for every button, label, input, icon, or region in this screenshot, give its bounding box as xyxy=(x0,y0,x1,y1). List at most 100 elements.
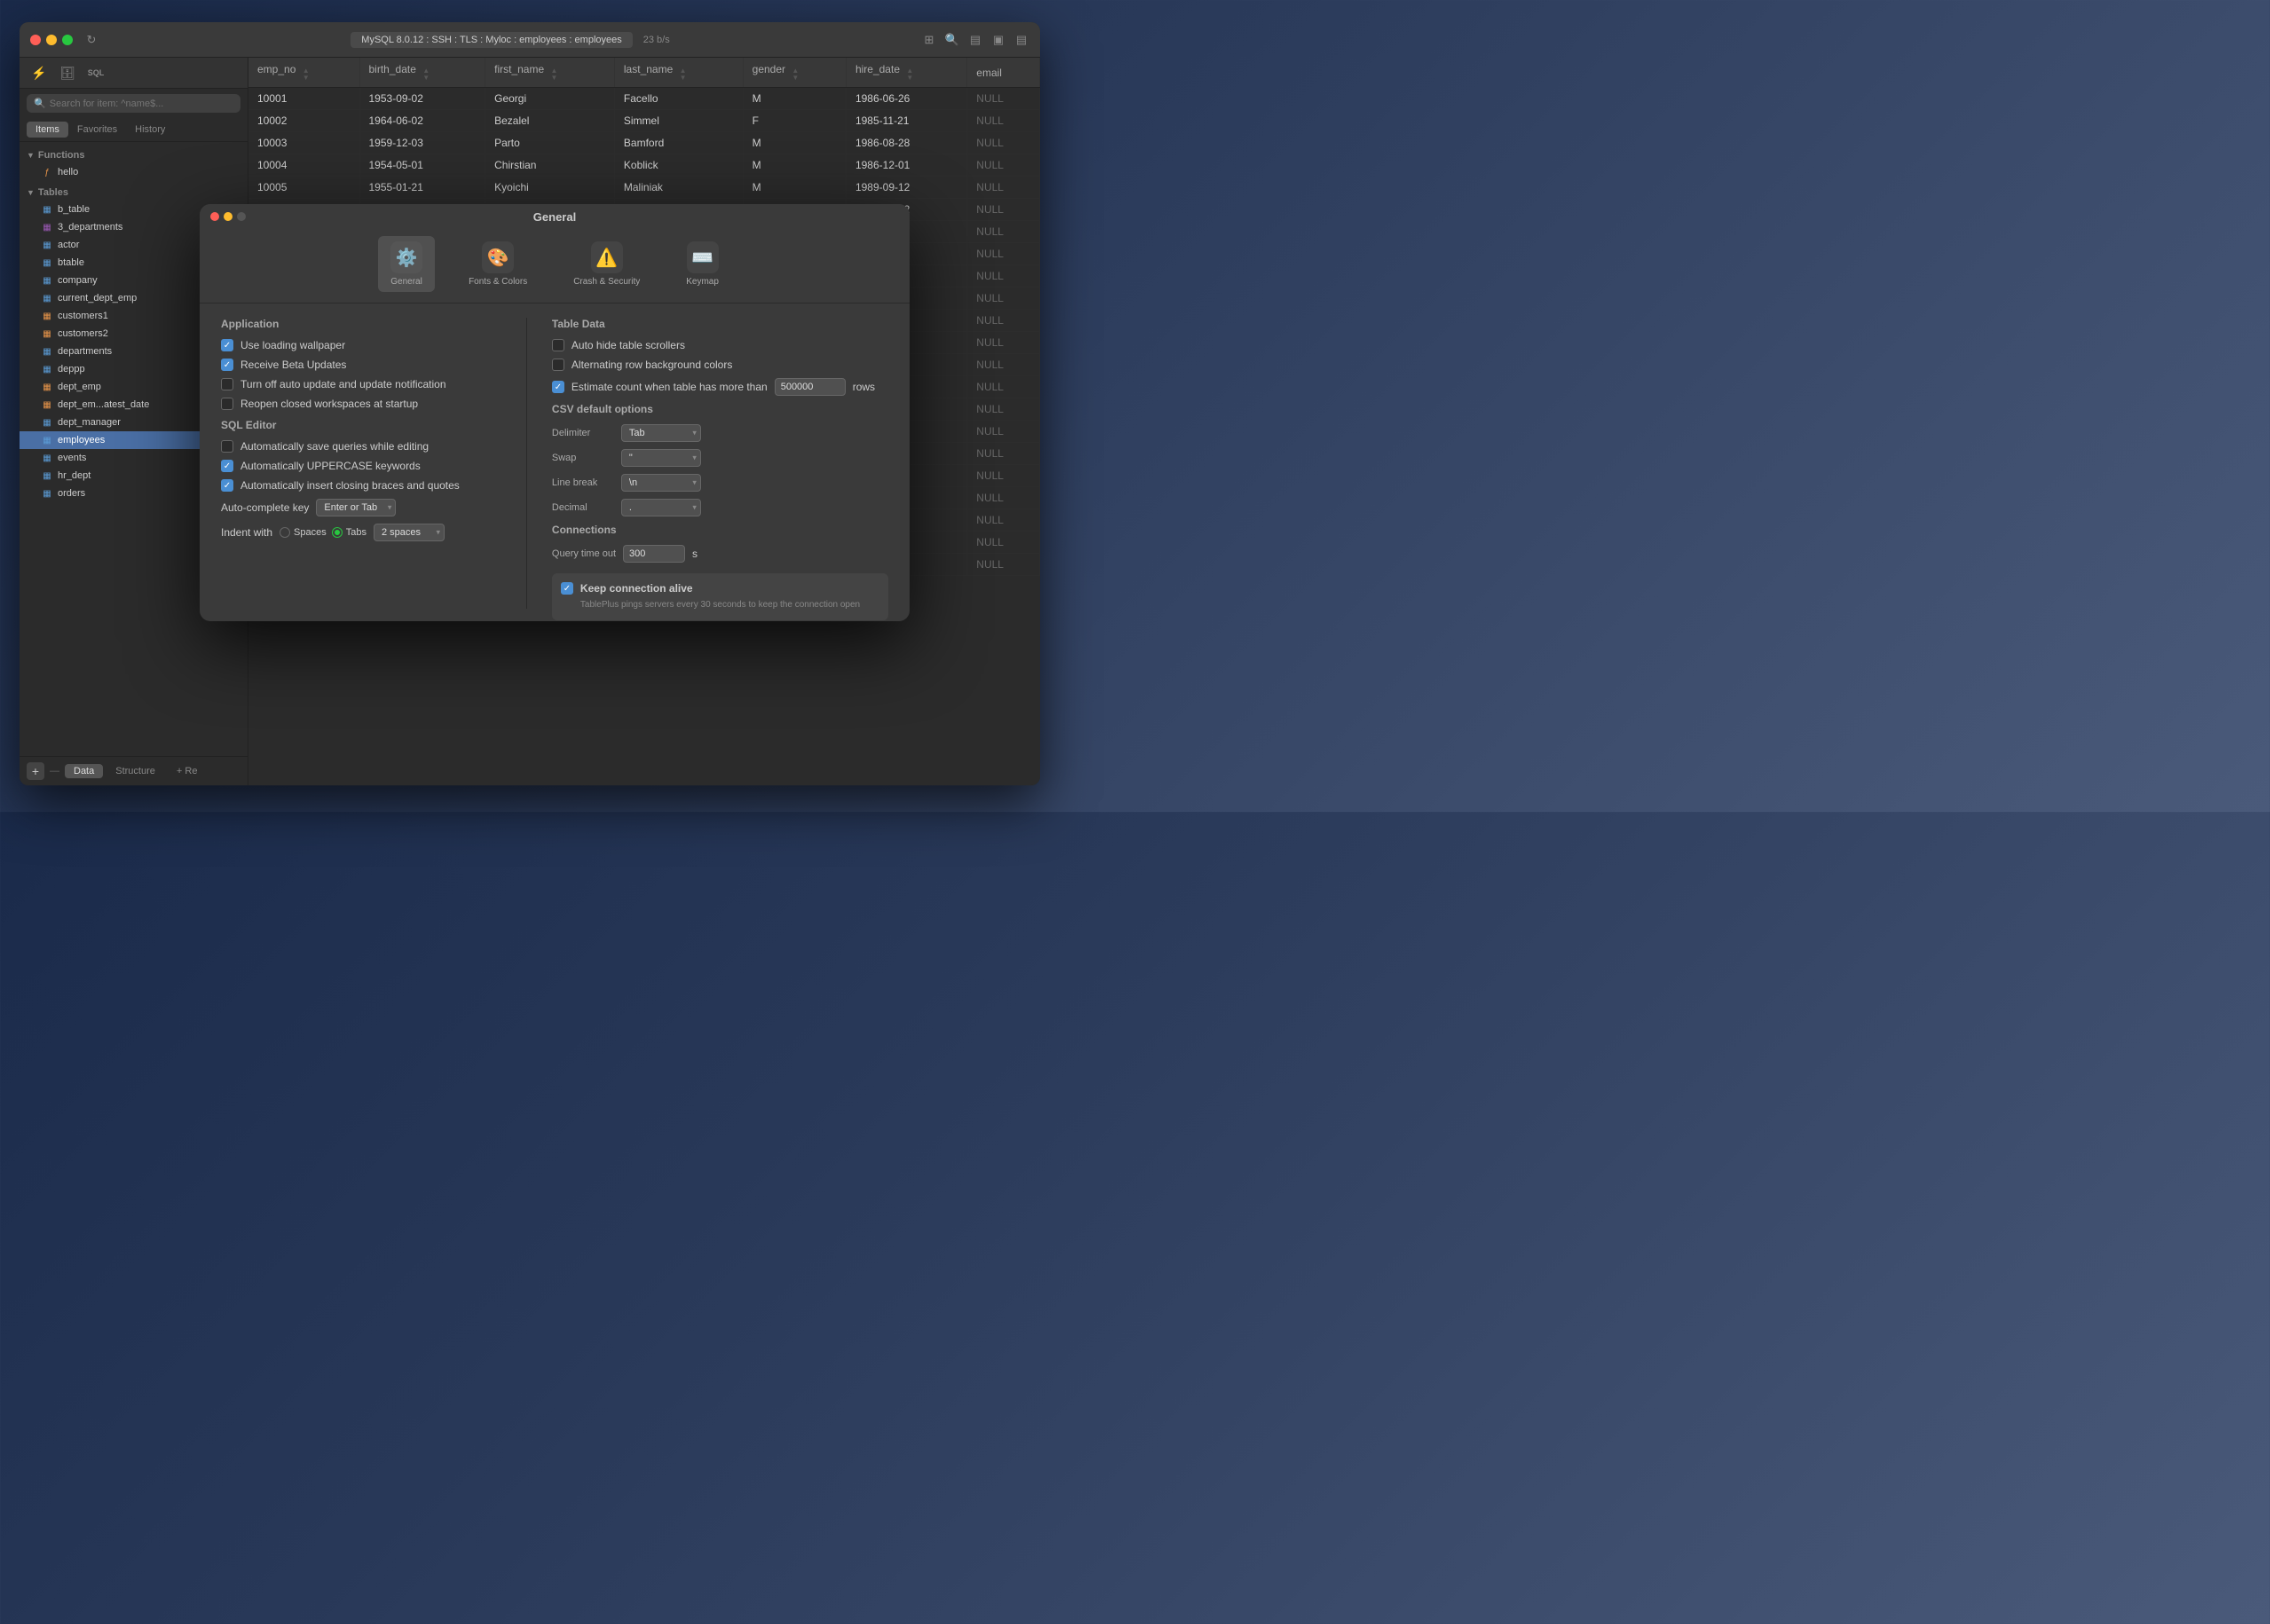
table-cell: 1986-06-26 xyxy=(846,88,966,110)
tables-label: Tables xyxy=(38,187,68,198)
tab-re[interactable]: + Re xyxy=(168,764,207,778)
prefs-minimize[interactable] xyxy=(224,212,233,221)
checkbox-autoupdate[interactable] xyxy=(221,378,233,390)
linebreak-select[interactable]: \n xyxy=(621,474,701,492)
table-cell: Koblick xyxy=(614,154,743,177)
table-label: btable xyxy=(58,257,84,268)
table-icon: ▦ xyxy=(41,239,53,251)
col-first_name[interactable]: first_name ▲▼ xyxy=(485,58,615,88)
prefs-left-col: Application ✓ Use loading wallpaper ✓ Re… xyxy=(221,318,501,609)
table-row[interactable]: 100021964-06-02BezalelSimmelF1985-11-21N… xyxy=(248,110,1040,132)
refresh-icon[interactable]: ↻ xyxy=(83,32,99,48)
table-label: current_dept_emp xyxy=(58,293,137,304)
panel-left-icon[interactable]: ▤ xyxy=(967,32,983,48)
maximize-button[interactable] xyxy=(62,35,73,45)
colors-icon: 🎨 xyxy=(482,241,514,273)
minimize-button[interactable] xyxy=(46,35,57,45)
col-last_name[interactable]: last_name ▲▼ xyxy=(614,58,743,88)
checkbox-keepalive[interactable]: ✓ xyxy=(561,582,573,595)
table-icon: ▦ xyxy=(41,310,53,322)
checkbox-beta[interactable]: ✓ xyxy=(221,359,233,371)
functions-header[interactable]: ▼ Functions xyxy=(20,147,248,163)
linebreak-select-wrapper: \n xyxy=(621,474,701,492)
database-icon[interactable]: 🗄 xyxy=(55,63,80,83)
col-emp_no[interactable]: emp_no ▲▼ xyxy=(248,58,359,88)
prefs-close[interactable] xyxy=(210,212,219,221)
checkbox-alternating[interactable] xyxy=(552,359,564,371)
delimiter-label: Delimiter xyxy=(552,428,614,438)
pref-row-uppercase: ✓ Automatically UPPERCASE keywords xyxy=(221,460,501,472)
indent-size-select[interactable]: 2 spaces xyxy=(374,524,445,541)
radio-tabs[interactable]: Tabs xyxy=(332,527,367,538)
prefs-right-col: Table Data Auto hide table scrollers Alt… xyxy=(552,318,888,609)
panel-center-icon[interactable]: ▣ xyxy=(990,32,1006,48)
tab-structure[interactable]: Structure xyxy=(106,764,164,778)
decimal-select[interactable]: . xyxy=(621,499,701,516)
table-row[interactable]: 100041954-05-01ChirstianKoblickM1986-12-… xyxy=(248,154,1040,177)
table-cell: 1986-12-01 xyxy=(846,154,966,177)
tables-header[interactable]: ▼ Tables xyxy=(20,185,248,201)
table-cell: 1953-09-02 xyxy=(359,88,485,110)
tab-favorites[interactable]: Favorites xyxy=(68,122,126,138)
sql-icon[interactable]: SQL xyxy=(83,63,108,83)
timeout-input[interactable] xyxy=(623,545,685,563)
autocomplete-select[interactable]: Enter or Tab xyxy=(316,499,396,516)
speed-badge: 23 b/s xyxy=(643,35,670,45)
table-row[interactable]: 100011953-09-02GeorgiFacelloM1986-06-26N… xyxy=(248,88,1040,110)
pref-tab-keymap[interactable]: ⌨️ Keymap xyxy=(674,236,731,292)
checkbox-autosave[interactable] xyxy=(221,440,233,453)
table-label: 3_departments xyxy=(58,222,122,233)
table-data-section: Table Data Auto hide table scrollers Alt… xyxy=(552,318,888,396)
title-bar-icons: ⊞ 🔍 ▤ ▣ ▤ xyxy=(921,32,1029,48)
checkbox-autohide[interactable] xyxy=(552,339,564,351)
pref-row-wallpaper: ✓ Use loading wallpaper xyxy=(221,339,501,351)
label-autohide: Auto hide table scrollers xyxy=(571,339,685,351)
col-birth_date[interactable]: birth_date ▲▼ xyxy=(359,58,485,88)
table-row[interactable]: 100031959-12-03PartoBamfordM1986-08-28NU… xyxy=(248,132,1040,154)
radio-spaces[interactable]: Spaces xyxy=(280,527,327,538)
sidebar-item-hello[interactable]: ƒ hello xyxy=(20,163,248,181)
table-row[interactable]: 100051955-01-21KyoichiMaliniakM1989-09-1… xyxy=(248,177,1040,199)
search-icon[interactable]: 🔍 xyxy=(944,32,960,48)
keymap-icon: ⌨️ xyxy=(687,241,719,273)
tab-history[interactable]: History xyxy=(126,122,174,138)
table-icon: ▦ xyxy=(41,274,53,287)
add-button[interactable]: + xyxy=(27,762,44,780)
table-icon: ▦ xyxy=(41,469,53,482)
table-cell: NULL xyxy=(967,243,1040,265)
linebreak-label: Line break xyxy=(552,477,614,488)
tab-items[interactable]: Items xyxy=(27,122,68,138)
pref-tab-general[interactable]: ⚙️ General xyxy=(378,236,435,292)
swap-select[interactable]: " xyxy=(621,449,701,467)
close-button[interactable] xyxy=(30,35,41,45)
title-bar-center: MySQL 8.0.12 : SSH : TLS : Myloc : emplo… xyxy=(99,32,921,48)
panel-right-icon[interactable]: ▤ xyxy=(1013,32,1029,48)
checkbox-estimate[interactable]: ✓ xyxy=(552,381,564,393)
checkbox-braces[interactable]: ✓ xyxy=(221,479,233,492)
table-label: b_table xyxy=(58,204,90,215)
timeout-label: Query time out xyxy=(552,548,616,559)
pref-tab-crash[interactable]: ⚠️ Crash & Security xyxy=(561,236,652,292)
indent-size-wrapper: 2 spaces xyxy=(374,524,445,541)
checkbox-reopen[interactable] xyxy=(221,398,233,410)
delimiter-select[interactable]: Tab xyxy=(621,424,701,442)
checkbox-uppercase[interactable]: ✓ xyxy=(221,460,233,472)
table-cell: NULL xyxy=(967,199,1040,221)
preferences-dialog: General ⚙️ General 🎨 Fonts & Colors ⚠️ C… xyxy=(200,204,910,621)
prefs-zoom[interactable] xyxy=(237,212,246,221)
col-hire_date[interactable]: hire_date ▲▼ xyxy=(846,58,966,88)
apps-icon[interactable]: ⊞ xyxy=(921,32,937,48)
connection-icon[interactable]: ⚡ xyxy=(27,63,51,83)
col-gender[interactable]: gender ▲▼ xyxy=(743,58,846,88)
table-label: dept_em...atest_date xyxy=(58,399,149,410)
checkbox-wallpaper[interactable]: ✓ xyxy=(221,339,233,351)
pref-tab-fonts[interactable]: 🎨 Fonts & Colors xyxy=(456,236,540,292)
indent-row: Indent with Spaces Tabs 2 spac xyxy=(221,524,501,541)
tab-data[interactable]: Data xyxy=(65,764,103,778)
col-email[interactable]: email xyxy=(967,58,1040,88)
rows-input[interactable] xyxy=(775,378,846,396)
table-icon: ▦ xyxy=(41,203,53,216)
table-cell: NULL xyxy=(967,554,1040,576)
search-input[interactable] xyxy=(50,99,233,109)
table-cell: NULL xyxy=(967,310,1040,332)
